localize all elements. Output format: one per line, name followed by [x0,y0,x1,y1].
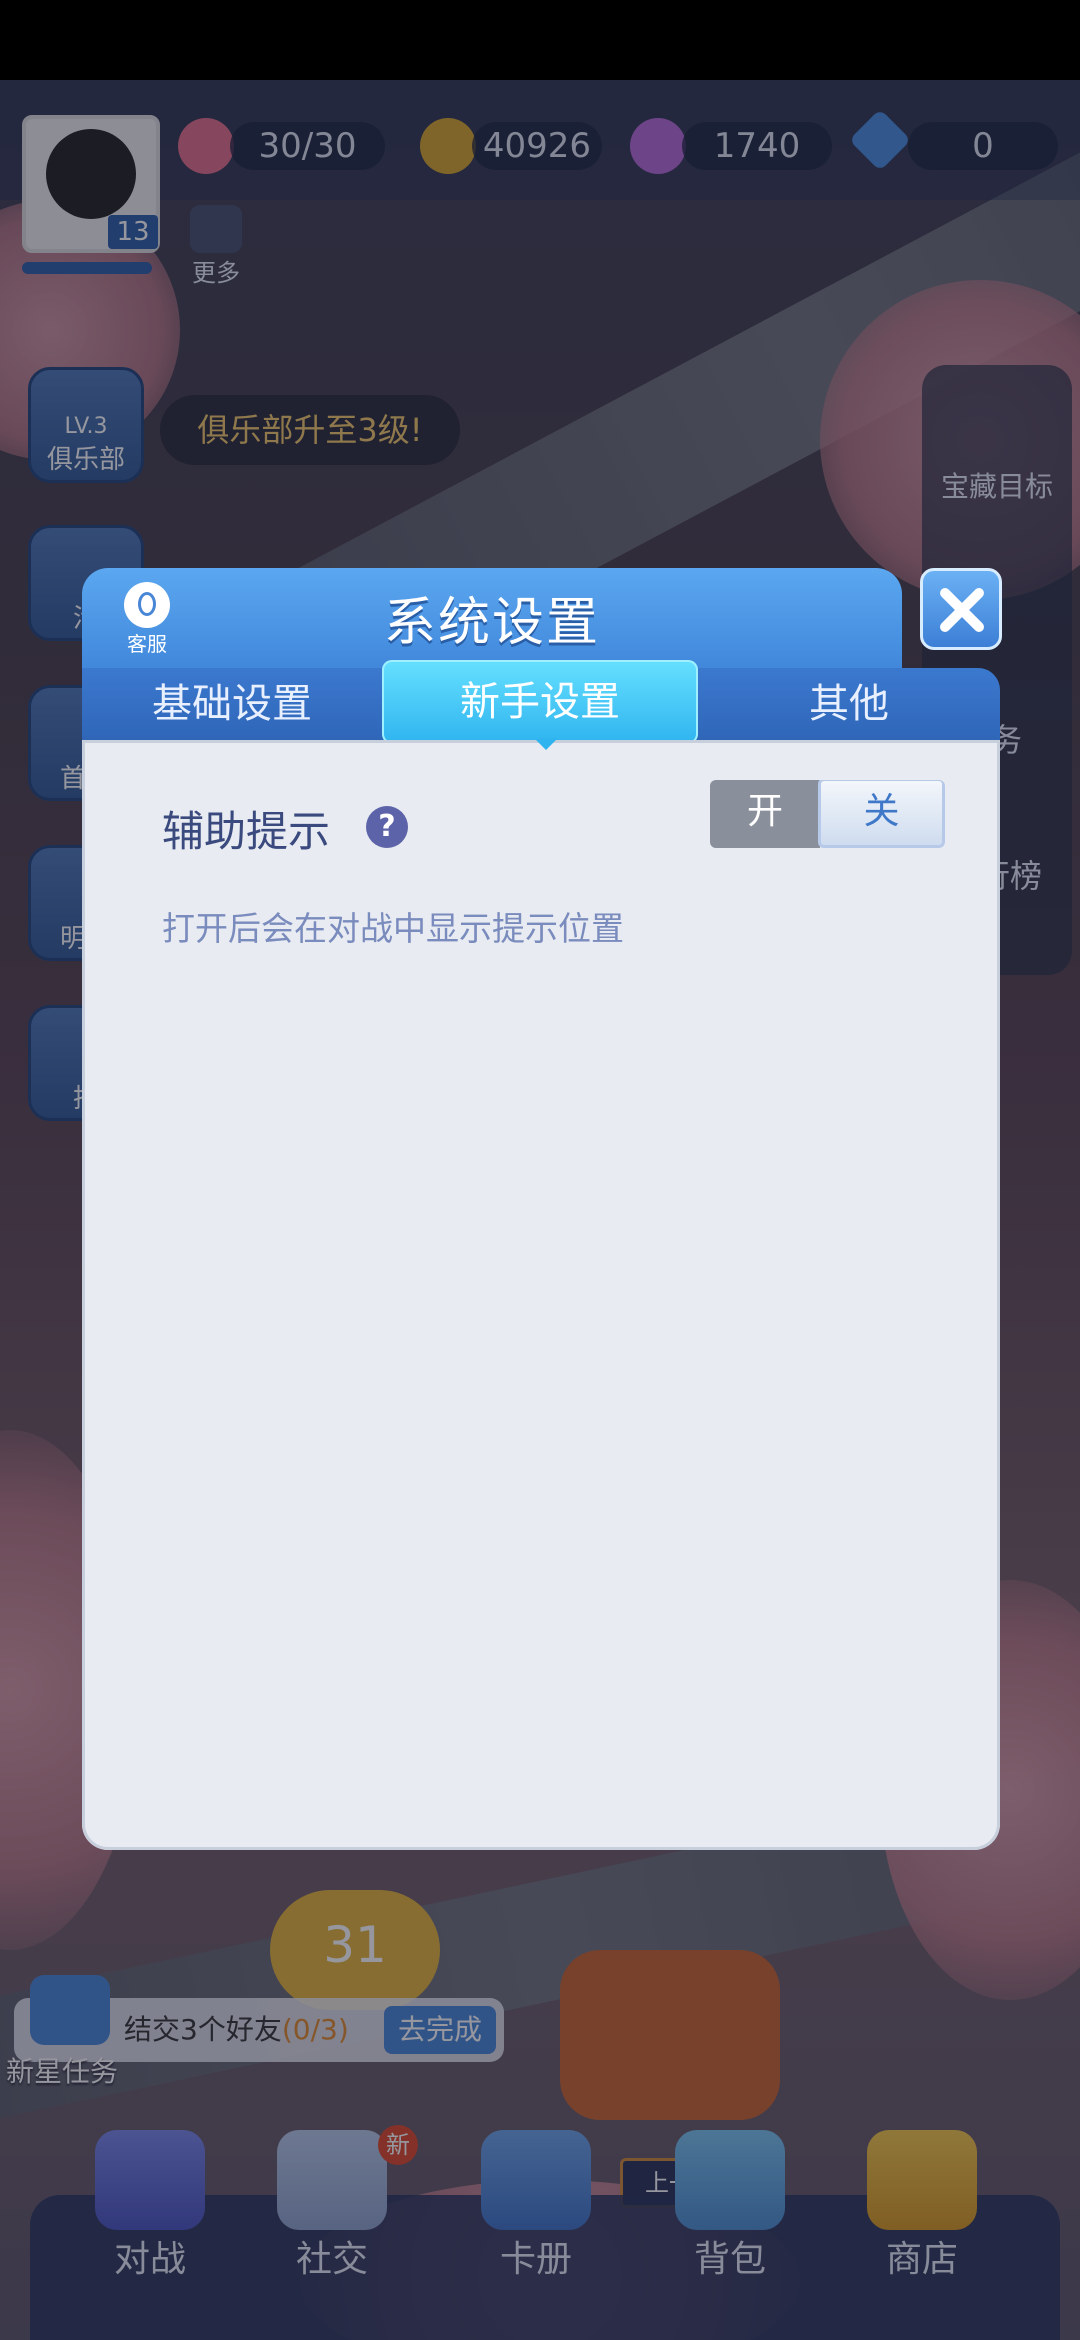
tab-beginner-settings[interactable]: 新手设置 [382,660,698,744]
tab-basic-settings[interactable]: 基础设置 [82,668,382,740]
active-tab-pointer [534,738,558,750]
customer-service-button[interactable]: 客服 [112,582,182,656]
toggle-off-option[interactable]: 关 [818,780,945,848]
tab-other[interactable]: 其他 [698,668,1000,740]
customer-service-label: 客服 [127,632,167,656]
settings-modal: 系统设置 客服 基础设置 新手设置 其他 辅助提示 ? 打开后会在对战中显示提示… [82,568,1002,1850]
headset-icon [124,582,170,628]
close-button[interactable] [920,568,1002,650]
modal-body: 辅助提示 ? 打开后会在对战中显示提示位置 开 关 [82,740,1000,1850]
assist-hint-description: 打开后会在对战中显示提示位置 [162,909,624,948]
assist-hint-toggle[interactable]: 开 关 [710,780,945,848]
close-icon [923,571,999,647]
toggle-on-option[interactable]: 开 [710,780,820,848]
help-icon[interactable]: ? [366,806,408,848]
settings-tabs: 基础设置 新手设置 其他 [82,660,1000,744]
assist-hint-label: 辅助提示 [162,807,331,856]
